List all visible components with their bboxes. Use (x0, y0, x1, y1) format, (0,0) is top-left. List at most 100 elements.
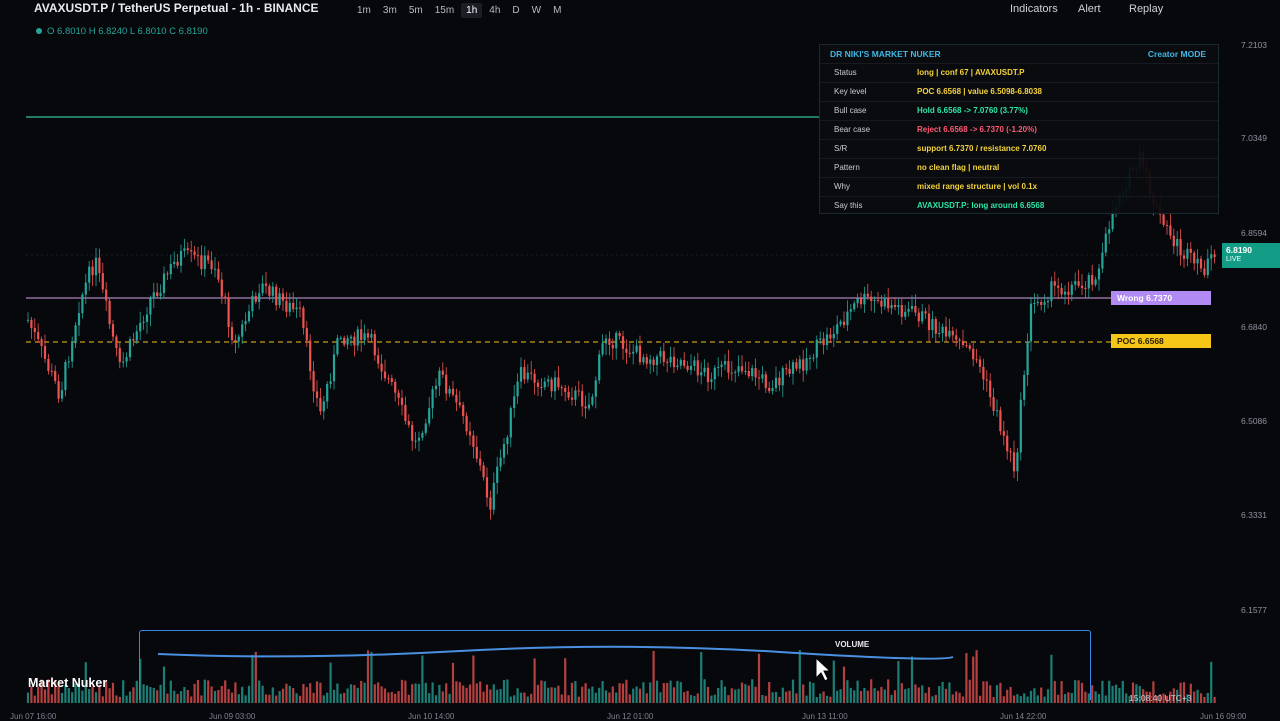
candle-body (468, 431, 472, 436)
panel-row-value: support 6.7370 / resistance 7.0760 (917, 144, 1047, 153)
candle-body (961, 340, 965, 346)
candle-body (536, 382, 540, 387)
volume-bar (1203, 696, 1206, 703)
timeframe-15m[interactable]: 15m (430, 3, 459, 18)
candle-body (941, 326, 944, 333)
volume-bar (1097, 694, 1101, 703)
candle-body (207, 255, 210, 261)
candle-body (37, 332, 40, 340)
candle-body (1029, 303, 1033, 342)
candle-body (428, 408, 431, 424)
timeframe-4h[interactable]: 4h (484, 3, 505, 18)
volume-pane-frame[interactable] (139, 630, 1091, 700)
volume-bar (1114, 684, 1118, 703)
timeframe-1h[interactable]: 1h (461, 2, 483, 18)
timeframe-d[interactable]: D (507, 3, 524, 18)
creator-mode-toggle[interactable]: Creator MODE (1148, 49, 1206, 59)
candle-body (1067, 291, 1070, 295)
candle-body (723, 361, 727, 365)
candle-body (1077, 281, 1080, 286)
candle-body (910, 306, 914, 309)
candle-body (312, 371, 315, 392)
candle-body (717, 366, 720, 368)
candle-body (251, 295, 254, 312)
candle-body (322, 401, 325, 412)
candle-body (183, 248, 186, 251)
wrong-level-tag[interactable]: Wrong 6.7370 (1111, 291, 1211, 305)
panel-row: Bull case Hold 6.6568 -> 7.0760 (3.77%) (820, 101, 1218, 121)
candle-body (669, 356, 672, 363)
candle-body (193, 251, 196, 256)
candle-body (30, 319, 33, 329)
candle-body (839, 321, 842, 325)
candle-body (672, 356, 676, 368)
candle-body (67, 361, 70, 363)
volume-bar (101, 696, 104, 703)
candle-body (234, 339, 237, 342)
candle-body (292, 302, 295, 310)
candle-body (377, 355, 380, 364)
timeframe-m[interactable]: M (548, 3, 566, 18)
panel-row-value: no clean flag | neutral (917, 163, 1000, 172)
candle-body (788, 368, 791, 374)
candle-body (275, 286, 278, 306)
candle-body (417, 437, 421, 441)
volume-bar (26, 692, 30, 703)
candle-body (247, 311, 251, 322)
candle-body (819, 338, 822, 340)
replay-button[interactable]: Replay (1129, 3, 1163, 15)
timeframe-3m[interactable]: 3m (378, 3, 402, 18)
candle-body (302, 307, 305, 329)
brand-watermark: Market Nuker (28, 676, 108, 690)
volume-bar (122, 680, 125, 703)
price-tick: 6.8594 (1241, 228, 1267, 238)
top-toolbar: AVAXUSDT.P / TetherUS Perpetual - 1h - B… (0, 0, 1280, 20)
volume-bar (1104, 695, 1107, 703)
candle-body (638, 345, 642, 363)
poc-level-tag[interactable]: POC 6.6568 (1111, 334, 1211, 348)
volume-bar (1118, 687, 1121, 703)
candle-body (1108, 229, 1111, 234)
candle-body (523, 367, 526, 380)
candle-body (1087, 275, 1090, 289)
candle-body (856, 298, 859, 304)
candle-body (655, 356, 659, 366)
candle-body (659, 351, 662, 357)
candle-body (700, 372, 703, 376)
panel-row-value: POC 6.6568 | value 6.5098-6.8038 (917, 87, 1042, 96)
timeframe-1m[interactable]: 1m (352, 3, 376, 18)
candle-body (173, 261, 176, 264)
candle-body (295, 307, 298, 310)
alert-button[interactable]: Alert (1078, 3, 1101, 15)
volume-bar (1108, 680, 1111, 703)
indicators-button[interactable]: Indicators (1010, 3, 1058, 15)
candle-body (829, 334, 832, 339)
candle-body (132, 339, 135, 341)
utc-clock[interactable]: 15:08:40 UTC+3 (1129, 693, 1192, 703)
candle-body (1006, 435, 1009, 452)
candle-body (118, 348, 121, 363)
candle-body (84, 282, 87, 295)
candle-body (166, 273, 169, 275)
candle-body (74, 325, 77, 344)
candle-body (1101, 252, 1104, 269)
candle-body (1210, 254, 1213, 259)
candle-body (873, 299, 876, 301)
candle-body (152, 292, 155, 299)
timeframe-w[interactable]: W (527, 3, 546, 18)
candle-body (115, 336, 118, 349)
candle-body (570, 397, 574, 400)
candle-body (213, 268, 217, 270)
candle-body (1094, 279, 1097, 285)
candle-body (686, 365, 689, 370)
symbol-title[interactable]: AVAXUSDT.P / TetherUS Perpetual - 1h - B… (34, 1, 319, 15)
timeframe-5m[interactable]: 5m (404, 3, 428, 18)
candle-body (404, 404, 407, 422)
candle-body (411, 424, 414, 441)
series-dot-icon (36, 28, 42, 35)
last-price-badge: 6.8190 LIVE (1222, 243, 1280, 268)
candle-body (859, 298, 863, 305)
candle-body (625, 348, 628, 353)
candle-body (751, 368, 754, 377)
panel-row: Say this AVAXUSDT.P: long around 6.6568 (820, 196, 1218, 216)
